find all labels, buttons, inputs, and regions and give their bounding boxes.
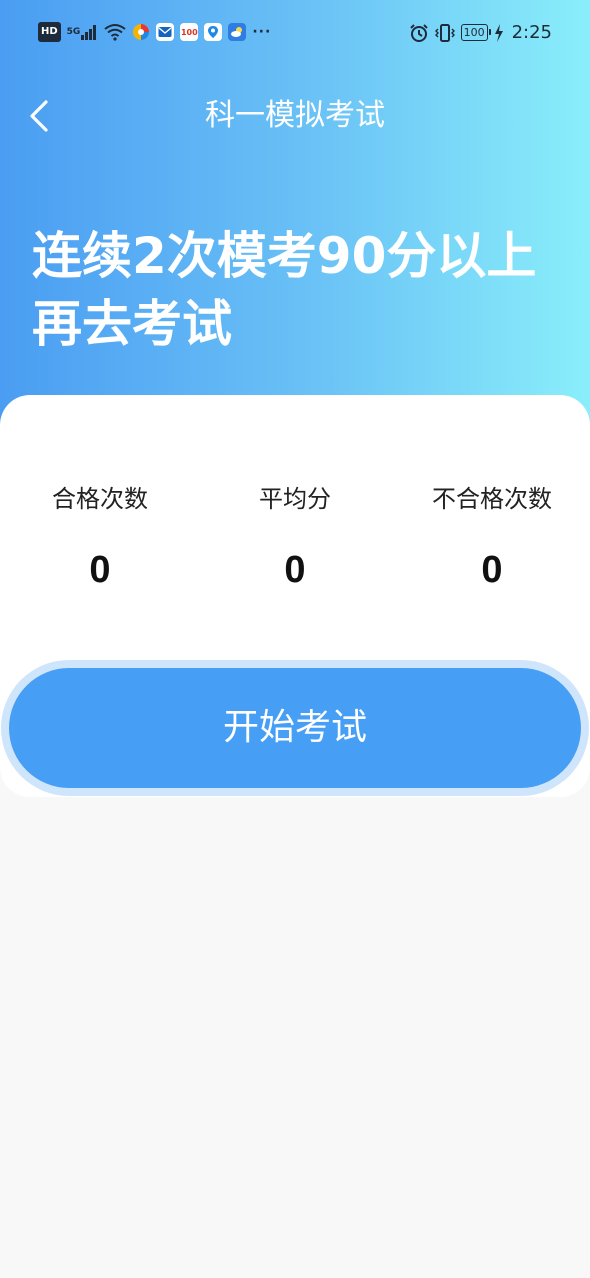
stat-fail-count: 不合格次数 0 (392, 479, 590, 595)
stat-label: 合格次数 (52, 485, 148, 513)
hd-badge: HD (38, 22, 61, 42)
status-bar: HD 5G 100 ··· 100 2:25 (0, 0, 590, 66)
start-exam-button[interactable]: 开始考试 (9, 668, 581, 788)
battery-icon: 100 (460, 24, 491, 41)
score-app-icon: 100 (180, 23, 199, 41)
start-button-ring: 开始考试 (1, 660, 589, 796)
stat-value: 0 (89, 549, 111, 591)
page-title: 科一模拟考试 (205, 98, 385, 133)
mail-app-icon (156, 23, 175, 41)
stat-pass-count: 合格次数 0 (0, 479, 200, 595)
stat-label: 平均分 (259, 485, 331, 513)
wifi-icon (104, 22, 126, 42)
stat-average-score: 平均分 0 (195, 479, 395, 595)
status-bar-right: 100 2:25 (409, 22, 552, 43)
stat-label: 不合格次数 (432, 485, 552, 513)
charging-icon (494, 23, 504, 43)
stat-value: 0 (284, 549, 306, 591)
weather-app-icon (228, 23, 247, 41)
more-notifications-icon: ··· (252, 24, 272, 40)
stats-card: 合格次数 0 平均分 0 不合格次数 0 开始考试 (0, 395, 590, 797)
vibrate-icon (434, 23, 455, 43)
clock: 2:25 (511, 22, 552, 43)
exam-requirement-headline: 连续2次模考90分以上 再去考试 (32, 227, 537, 353)
network-type-label: 5G (66, 26, 81, 37)
cellular-signal-icon: 5G (67, 22, 99, 42)
status-bar-left: HD 5G 100 ··· (38, 22, 271, 42)
alarm-icon (409, 23, 429, 43)
colorful-app-icon (132, 22, 150, 42)
stat-value: 0 (481, 549, 503, 591)
pin-app-icon (204, 23, 223, 41)
